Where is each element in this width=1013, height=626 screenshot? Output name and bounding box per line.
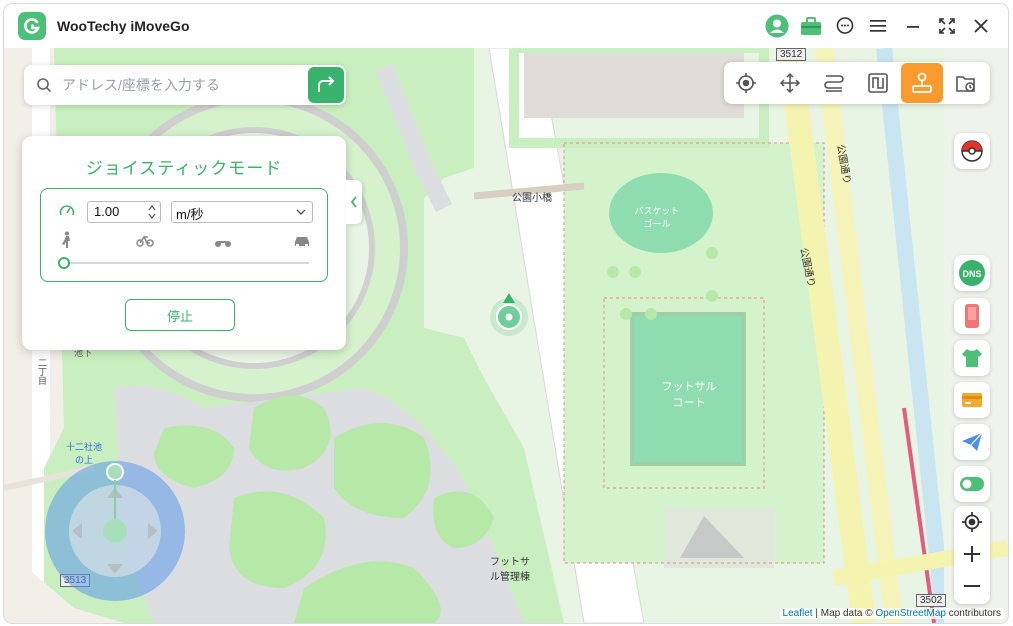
app-logo <box>18 12 46 40</box>
clothing-button[interactable] <box>954 340 990 376</box>
zoom-controls <box>954 506 990 604</box>
leaflet-link[interactable]: Leaflet <box>783 608 813 619</box>
toolbox-icon[interactable] <box>798 13 824 39</box>
title-bar: WooTechy iMoveGo <box>4 4 1008 48</box>
dns-icon: DNS <box>959 260 985 286</box>
plus-icon <box>964 546 980 562</box>
map-attribution: Leaflet | Map data © OpenStreetMap contr… <box>779 608 1004 619</box>
collapse-panel-button[interactable] <box>346 180 362 224</box>
stop-button[interactable]: 停止 <box>125 299 235 331</box>
minimize-icon[interactable] <box>900 13 926 39</box>
walk-icon[interactable] <box>61 231 73 254</box>
multi-spot-mode-button[interactable] <box>812 62 856 104</box>
toggle-icon <box>960 477 984 491</box>
menu-icon[interactable] <box>866 13 892 39</box>
pokeball-icon <box>961 140 983 162</box>
map-label-kanri: フットサル管理棟 <box>490 557 530 583</box>
motorbike-icon[interactable] <box>214 235 232 253</box>
joystick-panel-title: ジョイスティックモード <box>85 159 283 178</box>
map-label-shield1: 3512 <box>776 48 807 61</box>
map-view[interactable]: 公園小橋 バスケットゴール フットサルコート フットサル管理棟 公園通り 公園通… <box>4 48 1008 623</box>
send-button[interactable] <box>954 424 990 460</box>
osm-link[interactable]: OpenStreetMap <box>875 608 946 619</box>
move-mode-button[interactable] <box>768 62 812 104</box>
fullscreen-icon[interactable] <box>934 13 960 39</box>
pokemon-go-button[interactable] <box>954 133 990 169</box>
speed-slider-track[interactable] <box>63 262 309 264</box>
map-label-basket: バスケットゴール <box>634 206 680 229</box>
map-label-shield3: 3502 <box>916 594 947 607</box>
speed-settings-box: 1.00 m/秒 <box>40 188 328 282</box>
svg-text:DNS: DNS <box>962 269 981 279</box>
speed-slider-handle[interactable] <box>58 257 70 269</box>
zoom-in-button[interactable] <box>954 538 990 570</box>
speed-value: 1.00 <box>94 204 120 219</box>
locate-me-button[interactable] <box>954 506 990 538</box>
speed-value-input[interactable]: 1.00 <box>87 201 161 223</box>
car-icon[interactable] <box>293 234 311 252</box>
chat-icon[interactable] <box>832 13 858 39</box>
attribution-sep: | Map data © <box>812 608 876 619</box>
phone-device-button[interactable] <box>954 298 990 334</box>
toggle-button[interactable] <box>954 466 990 502</box>
card-button[interactable] <box>954 382 990 418</box>
current-location-marker <box>490 293 528 336</box>
speed-unit-value: m/秒 <box>176 207 204 222</box>
paper-plane-icon <box>962 432 983 451</box>
speedometer-icon <box>59 203 75 219</box>
shirt-icon <box>962 349 982 367</box>
speed-unit-select[interactable]: m/秒 <box>171 201 313 223</box>
close-icon[interactable] <box>968 13 994 39</box>
app-title: WooTechy iMoveGo <box>57 18 190 34</box>
search-go-button[interactable] <box>308 67 344 103</box>
joystick-mode-button[interactable] <box>901 63 943 103</box>
map-label-chome: 二丁目 <box>37 358 47 385</box>
dns-button[interactable]: DNS <box>954 255 990 291</box>
route-mode-button[interactable] <box>856 62 900 104</box>
bike-icon[interactable] <box>136 233 154 252</box>
map-label-futsal: フットサルコート <box>661 381 717 409</box>
map-label-bridge: 公園小橋 <box>512 193 552 204</box>
address-input[interactable] <box>60 76 308 94</box>
minus-icon <box>964 585 980 587</box>
teleport-mode-button[interactable] <box>724 62 768 104</box>
user-avatar-icon[interactable] <box>764 13 790 39</box>
joystick-panel: ジョイスティックモード 1.00 m/秒 停止 <box>22 136 362 350</box>
spinner-icon[interactable] <box>147 204 157 220</box>
phone-icon <box>965 304 979 328</box>
card-icon <box>962 393 982 407</box>
history-button[interactable] <box>944 62 988 104</box>
chevron-down-icon <box>296 209 306 215</box>
joystick-control[interactable] <box>44 460 186 602</box>
zoom-out-button[interactable] <box>954 570 990 602</box>
crosshair-icon <box>962 512 982 532</box>
attribution-tail: contributors <box>945 608 1001 619</box>
search-icon <box>36 77 52 93</box>
mode-toolbar <box>724 62 990 104</box>
address-search-bar <box>24 65 346 105</box>
app-window: WooTechy iMoveGo 公園小橋 バスケットゴール フットサルコート … <box>4 4 1008 623</box>
